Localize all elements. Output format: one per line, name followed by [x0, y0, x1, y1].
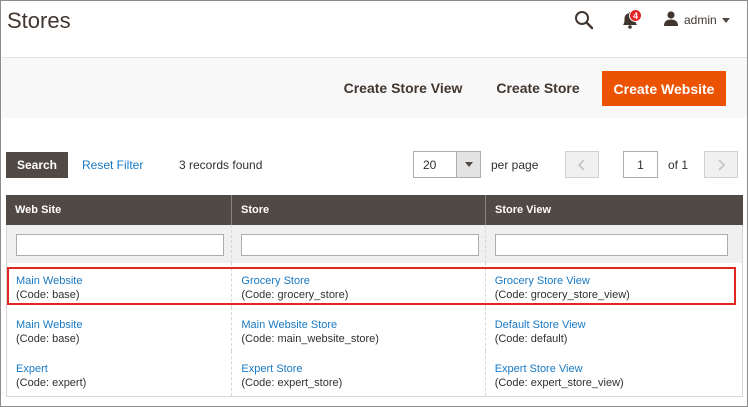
- current-page-input[interactable]: [623, 151, 658, 178]
- store-filter-input[interactable]: [241, 234, 480, 256]
- store-view-link[interactable]: Grocery Store View: [495, 274, 742, 288]
- user-menu[interactable]: admin: [663, 10, 730, 31]
- per-page-label: per page: [491, 158, 539, 172]
- chevron-down-icon: [465, 162, 473, 167]
- store-link[interactable]: Expert Store: [241, 362, 484, 376]
- store-code: (Code: grocery_store): [241, 289, 349, 301]
- page-actions-bar: Create Store View Create Store Create We…: [2, 57, 747, 118]
- reset-filter-link[interactable]: Reset Filter: [82, 158, 143, 172]
- store-view-link[interactable]: Expert Store View: [495, 362, 742, 376]
- next-page-button[interactable]: [704, 151, 738, 178]
- filter-cell: [232, 225, 486, 263]
- grid-filter-row: [6, 225, 743, 263]
- create-store-button[interactable]: Create Store: [490, 72, 586, 104]
- filter-cell: [486, 225, 742, 263]
- store-code: (Code: main_website_store): [241, 333, 379, 345]
- web-site-link[interactable]: Main Website: [16, 274, 231, 288]
- chevron-left-icon: [577, 158, 585, 171]
- per-page-value: 20: [423, 158, 437, 172]
- user-name: admin: [684, 13, 717, 27]
- filter-cell: [7, 225, 233, 263]
- table-row: Expert (Code: expert) Expert Store (Code…: [6, 351, 743, 397]
- records-count: 3 records found: [179, 158, 263, 172]
- store-cell: Expert Store (Code: expert_store): [232, 351, 486, 396]
- page-title: Stores: [7, 8, 71, 33]
- search-button[interactable]: Search: [6, 152, 68, 178]
- table-row: Main Website (Code: base) Grocery Store …: [6, 263, 743, 307]
- web-site-filter-input[interactable]: [16, 234, 224, 256]
- web-site-cell: Expert (Code: expert): [7, 351, 233, 396]
- web-site-link[interactable]: Main Website: [16, 318, 231, 332]
- store-view-code: (Code: default): [494, 333, 568, 345]
- store-view-cell: Default Store View (Code: default): [486, 307, 742, 351]
- web-site-link[interactable]: Expert: [16, 362, 231, 376]
- store-view-link[interactable]: Default Store View: [495, 318, 742, 332]
- total-pages-label: of 1: [668, 158, 689, 172]
- web-site-code: (Code: expert): [16, 377, 87, 389]
- web-site-cell: Main Website (Code: base): [7, 263, 233, 307]
- store-view-filter-input[interactable]: [494, 234, 728, 256]
- grid-header: Web Site Store Store View: [6, 195, 743, 225]
- store-view-cell: Grocery Store View (Code: grocery_store_…: [486, 263, 742, 307]
- page-frame: Stores 4 admin Create Store View Create …: [0, 0, 748, 407]
- create-website-button[interactable]: Create Website: [602, 71, 726, 106]
- store-cell: Main Website Store (Code: main_website_s…: [232, 307, 486, 351]
- notification-badge: 4: [629, 9, 642, 22]
- chevron-down-icon: [721, 17, 730, 23]
- column-header-store[interactable]: Store: [232, 195, 486, 225]
- column-header-web-site[interactable]: Web Site: [6, 195, 232, 225]
- store-link[interactable]: Grocery Store: [241, 274, 484, 288]
- previous-page-button[interactable]: [565, 151, 599, 178]
- store-view-code: (Code: expert_store_view): [494, 377, 624, 389]
- create-store-view-button[interactable]: Create Store View: [339, 72, 467, 104]
- store-code: (Code: expert_store): [241, 377, 343, 389]
- search-icon[interactable]: [574, 10, 594, 30]
- per-page-toggle[interactable]: [456, 152, 480, 177]
- user-icon: [663, 10, 679, 31]
- per-page-select[interactable]: 20: [413, 151, 481, 178]
- web-site-cell: Main Website (Code: base): [7, 307, 233, 351]
- web-site-code: (Code: base): [16, 289, 80, 301]
- store-cell: Grocery Store (Code: grocery_store): [232, 263, 486, 307]
- store-link[interactable]: Main Website Store: [241, 318, 484, 332]
- chevron-right-icon: [718, 158, 726, 171]
- column-header-store-view[interactable]: Store View: [486, 195, 743, 225]
- store-view-code: (Code: grocery_store_view): [494, 289, 630, 301]
- store-view-cell: Expert Store View (Code: expert_store_vi…: [486, 351, 742, 396]
- web-site-code: (Code: base): [16, 333, 80, 345]
- table-row: Main Website (Code: base) Main Website S…: [6, 307, 743, 351]
